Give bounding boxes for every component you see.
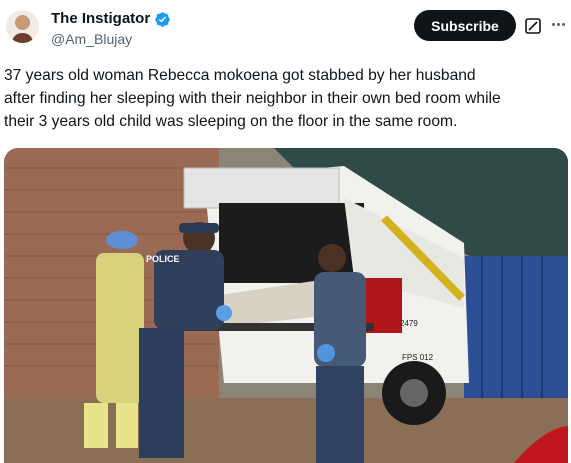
vest-police-text: POLICE xyxy=(146,254,180,264)
avatar-shirt xyxy=(12,33,33,43)
more-options-icon[interactable] xyxy=(548,14,568,34)
author-row: The Instigator xyxy=(51,10,171,28)
van-rear-number: 2479 xyxy=(400,319,418,328)
tweet-text: 37 years old woman Rebecca mokoena got s… xyxy=(4,67,501,130)
photo-scene: 2479 FPS 012 POLICE xyxy=(4,148,568,463)
author-display-name[interactable]: The Instigator xyxy=(51,10,150,28)
grok-icon[interactable] xyxy=(524,17,542,35)
subscribe-button[interactable]: Subscribe xyxy=(414,10,516,41)
author-handle[interactable]: @Am_Blujay xyxy=(51,31,132,48)
tweet-media-photo[interactable]: 2479 FPS 012 POLICE xyxy=(4,148,568,463)
van-plate: FPS 012 xyxy=(402,353,434,362)
verified-badge-icon xyxy=(155,11,170,27)
avatar[interactable] xyxy=(6,10,39,43)
